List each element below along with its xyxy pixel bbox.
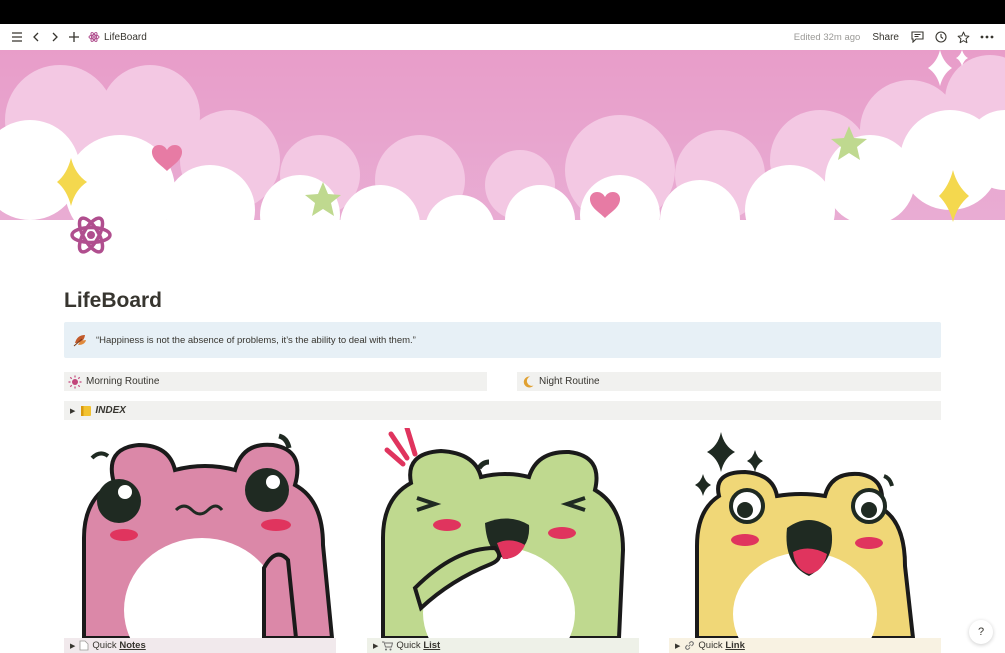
quick-notes-link[interactable]: Notes: [119, 640, 145, 651]
notebook-icon: [81, 405, 92, 416]
cart-icon: [382, 641, 394, 650]
breadcrumb[interactable]: LifeBoard: [88, 31, 147, 43]
index-label: INDEX: [95, 405, 126, 416]
back-icon[interactable]: [27, 26, 44, 48]
breadcrumb-page-name: LifeBoard: [104, 31, 147, 43]
quick-list-toggle[interactable]: ▶ Quick List: [367, 638, 639, 653]
toggle-arrow-icon[interactable]: ▶: [70, 407, 75, 415]
share-button[interactable]: Share: [872, 32, 899, 43]
pink-frog-image: [64, 428, 336, 638]
quick-link-link[interactable]: Link: [725, 640, 745, 651]
leaf-icon: [73, 335, 86, 347]
toggle-arrow-icon[interactable]: ▶: [373, 642, 378, 650]
atom-icon: [88, 32, 100, 42]
page-icon[interactable]: [68, 211, 114, 259]
green-frog-image: [367, 428, 639, 638]
quick-link-prefix: Quick: [698, 640, 726, 651]
link-icon: [685, 641, 695, 650]
moon-icon: [523, 375, 534, 387]
edited-status: Edited 32m ago: [793, 31, 861, 43]
page-title[interactable]: LifeBoard: [64, 289, 162, 313]
menu-icon[interactable]: [8, 26, 25, 48]
clock-icon[interactable]: [932, 26, 949, 48]
yellow-frog-image: [669, 428, 941, 638]
cover-image: [0, 50, 1005, 262]
window-chrome-bar: [0, 0, 1005, 24]
top-bar: LifeBoard Edited 32m ago Share: [0, 24, 1005, 50]
night-routine-block[interactable]: Night Routine: [517, 372, 941, 391]
quote-text: “Happiness is not the absence of problem…: [96, 334, 416, 346]
quick-notes-prefix: Quick: [92, 640, 120, 651]
star-icon[interactable]: [955, 26, 972, 48]
toggle-arrow-icon[interactable]: ▶: [675, 642, 680, 650]
index-toggle[interactable]: ▶ INDEX: [64, 401, 941, 420]
page-icon: [79, 640, 89, 651]
help-button[interactable]: ?: [969, 620, 993, 644]
morning-routine-label: Morning Routine: [86, 376, 160, 387]
plus-icon[interactable]: [65, 26, 82, 48]
more-icon[interactable]: [978, 26, 995, 48]
quick-list-link[interactable]: List: [423, 640, 440, 651]
quick-notes-toggle[interactable]: ▶ Quick Notes: [64, 638, 336, 653]
sun-icon: [68, 375, 82, 388]
night-routine-label: Night Routine: [539, 376, 600, 387]
morning-routine-block[interactable]: Morning Routine: [64, 372, 487, 391]
quick-list-prefix: Quick: [396, 640, 424, 651]
quote-callout[interactable]: “Happiness is not the absence of problem…: [64, 322, 941, 358]
quick-link-toggle[interactable]: ▶ Quick Link: [669, 638, 941, 653]
forward-icon[interactable]: [46, 26, 63, 48]
toggle-arrow-icon[interactable]: ▶: [70, 642, 75, 650]
comment-icon[interactable]: [909, 26, 926, 48]
